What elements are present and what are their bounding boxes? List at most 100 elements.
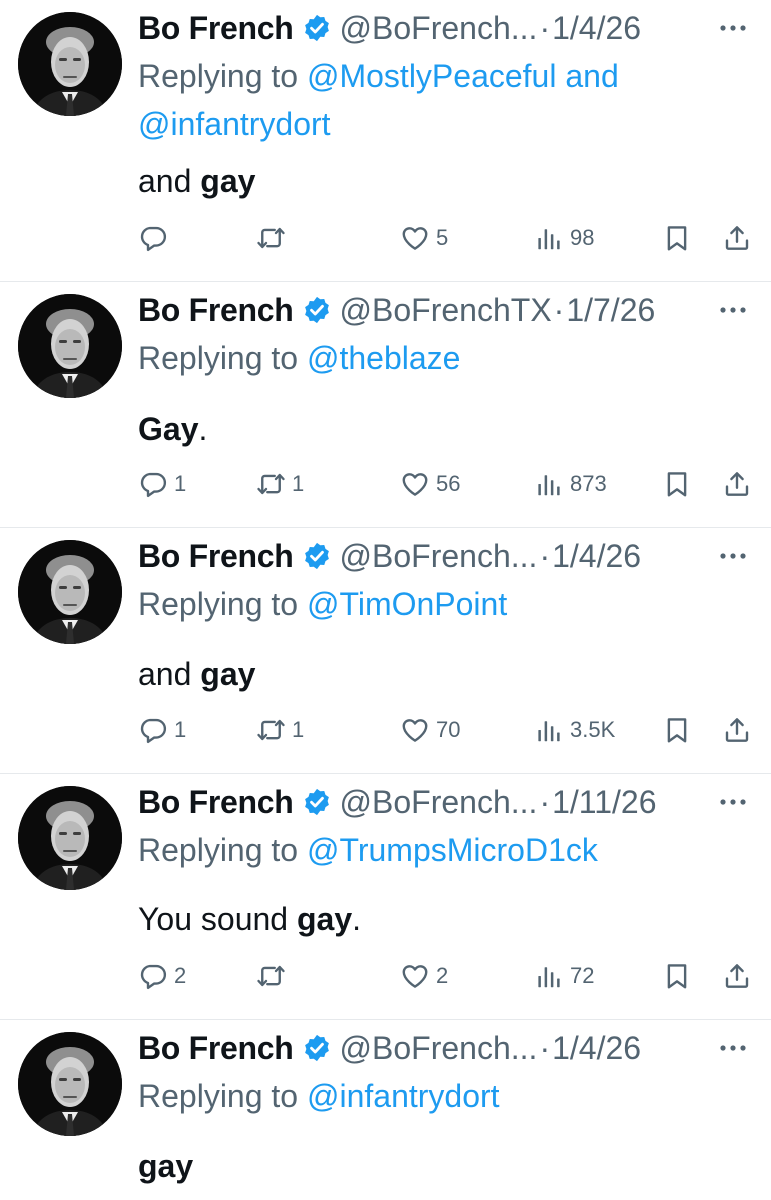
display-name[interactable]: Bo French <box>138 536 294 576</box>
tweet-text-part: . <box>352 901 361 937</box>
likes-count: 5 <box>436 225 449 250</box>
views-button[interactable]: 873 <box>534 464 607 504</box>
bookmark-button[interactable] <box>662 464 692 504</box>
tweet-date[interactable]: 1/7/26 <box>566 290 655 330</box>
replying-to: Replying to @theblaze <box>138 334 701 382</box>
more-options-icon[interactable] <box>713 8 753 48</box>
like-button[interactable]: 5 <box>400 218 448 258</box>
heart-icon <box>400 961 430 991</box>
user-handle[interactable]: @BoFrench... <box>340 782 538 822</box>
tweet[interactable]: Bo French @BoFrench... · 1/11/26 Replyin… <box>0 774 771 1020</box>
retweet-icon <box>256 469 286 499</box>
mention-link[interactable]: @theblaze <box>307 340 460 376</box>
reply-button[interactable] <box>138 218 174 258</box>
views-count: 98 <box>570 225 595 250</box>
bookmark-icon <box>662 223 692 253</box>
retweet-icon <box>256 715 286 745</box>
like-button[interactable]: 70 <box>400 710 460 750</box>
display-name[interactable]: Bo French <box>138 8 294 48</box>
verified-badge-icon <box>302 787 332 817</box>
tweet-header: Bo French @BoFrench... · 1/4/26 <box>138 1028 753 1068</box>
share-icon <box>722 223 752 253</box>
avatar[interactable] <box>18 1032 122 1136</box>
user-handle[interactable]: @BoFrench... <box>340 1028 538 1068</box>
tweet-text-part: gay <box>138 1148 194 1184</box>
tweet-date[interactable]: 1/4/26 <box>552 8 641 48</box>
bookmark-icon <box>662 715 692 745</box>
share-button[interactable] <box>722 710 752 750</box>
retweet-button[interactable]: 1 <box>256 710 304 750</box>
avatar[interactable] <box>18 786 122 890</box>
tweet-text-part: and <box>138 163 201 199</box>
replying-to-label: Replying to <box>138 586 307 622</box>
tweet-text: You sound gay. <box>138 899 731 939</box>
reply-feed: Bo French @BoFrench... · 1/4/26 Replying… <box>0 0 771 1200</box>
replying-to: Replying to @MostlyPeaceful and @infantr… <box>138 52 701 148</box>
reply-button[interactable]: 1 <box>138 710 186 750</box>
reply-button[interactable]: 2 <box>138 956 186 996</box>
more-options-icon[interactable] <box>713 1028 753 1068</box>
retweet-button[interactable] <box>256 218 292 258</box>
heart-icon <box>400 715 430 745</box>
replying-to-label: Replying to <box>138 58 307 94</box>
user-handle[interactable]: @BoFrench... <box>340 8 538 48</box>
views-icon <box>534 715 564 745</box>
more-options-icon[interactable] <box>713 782 753 822</box>
tweet[interactable]: Bo French @BoFrench... · 1/4/26 Replying… <box>0 528 771 774</box>
user-handle[interactable]: @BoFrench... <box>340 536 538 576</box>
tweet[interactable]: Bo French @BoFrenchTX · 1/7/26 Replying … <box>0 282 771 528</box>
avatar[interactable] <box>18 540 122 644</box>
tweet[interactable]: Bo French @BoFrench... · 1/4/26 Replying… <box>0 0 771 282</box>
separator-dot: · <box>539 784 551 820</box>
retweet-icon <box>256 961 286 991</box>
display-name[interactable]: Bo French <box>138 1028 294 1068</box>
tweet-date[interactable]: 1/4/26 <box>552 1028 641 1068</box>
tweet[interactable]: Bo French @BoFrench... · 1/4/26 Replying… <box>0 1020 771 1200</box>
tweet-text: Gay. <box>138 409 731 449</box>
avatar[interactable] <box>18 12 122 116</box>
bookmark-button[interactable] <box>662 956 692 996</box>
reply-button[interactable]: 1 <box>138 464 186 504</box>
views-button[interactable]: 98 <box>534 218 594 258</box>
reply-icon <box>138 961 168 991</box>
retweet-button[interactable]: 1 <box>256 464 304 504</box>
display-name[interactable]: Bo French <box>138 290 294 330</box>
tweet-text-part: gay <box>200 656 256 692</box>
mention-link[interactable]: @infantrydort <box>138 106 331 142</box>
separator-dot: · <box>539 538 551 574</box>
bookmark-button[interactable] <box>662 710 692 750</box>
mention-link[interactable]: @TrumpsMicroD1ck <box>307 832 598 868</box>
action-bar: 1 1 56 873 <box>138 464 753 504</box>
verified-badge-icon <box>302 541 332 571</box>
views-count: 72 <box>570 963 595 988</box>
retweets-count: 1 <box>292 471 305 496</box>
share-button[interactable] <box>722 464 752 504</box>
tweet-header: Bo French @BoFrench... · 1/4/26 <box>138 536 753 576</box>
like-button[interactable]: 2 <box>400 956 448 996</box>
tweet-date[interactable]: 1/11/26 <box>552 782 656 822</box>
tweet-text: and gay <box>138 161 731 201</box>
separator-dot: · <box>553 292 565 328</box>
likes-count: 2 <box>436 963 449 988</box>
more-options-icon[interactable] <box>713 290 753 330</box>
bookmark-button[interactable] <box>662 218 692 258</box>
display-name[interactable]: Bo French <box>138 782 294 822</box>
more-options-icon[interactable] <box>713 536 753 576</box>
mention-link[interactable]: @TimOnPoint <box>307 586 507 622</box>
tweet-header: Bo French @BoFrench... · 1/11/26 <box>138 782 753 822</box>
views-button[interactable]: 3.5K <box>534 710 615 750</box>
user-handle[interactable]: @BoFrenchTX <box>340 290 552 330</box>
views-icon <box>534 961 564 991</box>
verified-badge-icon <box>302 13 332 43</box>
retweet-button[interactable] <box>256 956 292 996</box>
like-button[interactable]: 56 <box>400 464 460 504</box>
avatar[interactable] <box>18 294 122 398</box>
tweet-text: and gay <box>138 654 731 694</box>
tweet-date[interactable]: 1/4/26 <box>552 536 641 576</box>
share-button[interactable] <box>722 956 752 996</box>
mention-link[interactable]: @infantrydort <box>307 1078 500 1114</box>
views-button[interactable]: 72 <box>534 956 594 996</box>
mention-link[interactable]: @MostlyPeaceful <box>307 58 556 94</box>
share-button[interactable] <box>722 218 752 258</box>
heart-icon <box>400 469 430 499</box>
